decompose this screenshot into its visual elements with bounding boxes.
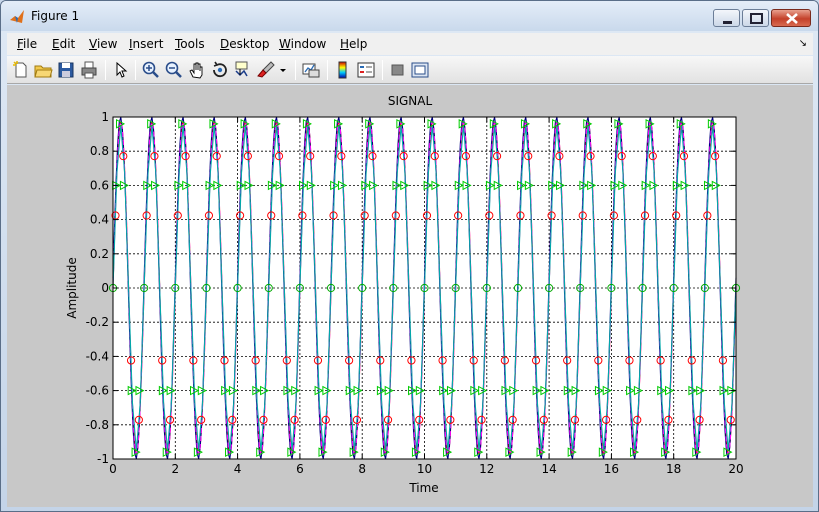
printer-icon bbox=[81, 61, 97, 79]
menu-edit[interactable]: Edit bbox=[52, 37, 75, 51]
folder-icon bbox=[34, 65, 53, 78]
zoom-in-button[interactable] bbox=[141, 60, 161, 80]
hide-plot-tools-button[interactable] bbox=[388, 60, 408, 80]
open-file-button[interactable] bbox=[33, 60, 53, 80]
maximize-button[interactable] bbox=[742, 9, 769, 27]
x-tick-label: 6 bbox=[296, 462, 304, 476]
toolbar-separator bbox=[382, 60, 383, 80]
x-tick-label: 0 bbox=[109, 462, 117, 476]
y-tick-label: -1 bbox=[97, 452, 109, 466]
zoom-out-button[interactable] bbox=[164, 60, 184, 80]
x-tick-label: 20 bbox=[728, 462, 743, 476]
pan-button[interactable] bbox=[187, 60, 207, 80]
colorbar-icon bbox=[338, 61, 347, 79]
menu-bar: File Edit View Insert Tools Desktop Wind… bbox=[7, 33, 813, 55]
menu-tools[interactable]: Tools bbox=[175, 37, 205, 51]
brush-dropdown-button[interactable] bbox=[278, 60, 288, 80]
x-axis-label: Time bbox=[408, 481, 438, 495]
save-button[interactable] bbox=[56, 60, 76, 80]
arrow-cursor-icon bbox=[116, 61, 128, 78]
menu-window[interactable]: Window bbox=[279, 37, 326, 51]
zoom-out-icon bbox=[165, 61, 182, 78]
maximize-icon bbox=[750, 13, 763, 24]
show-plot-tools-icon bbox=[411, 62, 429, 78]
figure-window: Figure 1 File Edit View Insert Tools Des… bbox=[0, 0, 819, 512]
dock-arrow-icon[interactable]: ↘ bbox=[799, 38, 807, 49]
figure-canvas: SIGNAL 0 2 4 6 8 10 12 14 16 18 20 -1 -0.8 -0.6 -0.4 -0… bbox=[7, 85, 813, 507]
toolbar-separator bbox=[295, 60, 296, 80]
data-cursor-button[interactable] bbox=[233, 60, 253, 80]
x-tick-label: 2 bbox=[171, 462, 179, 476]
y-tick-label: 1 bbox=[101, 110, 109, 124]
window-title: Figure 1 bbox=[31, 9, 80, 23]
x-tick-label: 14 bbox=[541, 462, 556, 476]
y-tick-label: -0.6 bbox=[86, 384, 109, 398]
rotate-3d-button[interactable] bbox=[210, 60, 230, 80]
figure-toolbar bbox=[7, 56, 813, 84]
x-tick-label: 8 bbox=[358, 462, 366, 476]
x-tick-label: 18 bbox=[666, 462, 681, 476]
y-tick-label: 0 bbox=[101, 281, 109, 295]
menu-view[interactable]: View bbox=[89, 37, 117, 51]
show-plot-tools-button[interactable] bbox=[410, 60, 430, 80]
matlab-logo-icon bbox=[10, 10, 24, 23]
x-tick-label: 4 bbox=[234, 462, 242, 476]
y-tick-label: 0.8 bbox=[90, 144, 109, 158]
new-figure-button[interactable] bbox=[11, 60, 31, 80]
menu-desktop[interactable]: Desktop bbox=[220, 37, 270, 51]
minimize-icon bbox=[723, 21, 732, 24]
toolbar-separator bbox=[135, 60, 136, 80]
hide-plot-tools-icon bbox=[391, 64, 404, 76]
y-tick-label: -0.8 bbox=[86, 418, 109, 432]
chevron-down-icon bbox=[280, 69, 286, 72]
title-bar[interactable]: Figure 1 bbox=[1, 1, 818, 31]
new-file-icon bbox=[13, 61, 27, 78]
brush-icon bbox=[257, 61, 275, 78]
link-plot-button[interactable] bbox=[301, 60, 321, 80]
print-button[interactable] bbox=[79, 60, 99, 80]
minimize-button[interactable] bbox=[713, 9, 740, 27]
x-tick-label: 10 bbox=[417, 462, 432, 476]
y-tick-label: -0.4 bbox=[86, 349, 109, 363]
link-plot-icon bbox=[302, 63, 320, 78]
x-tick-label: 12 bbox=[479, 462, 494, 476]
hand-icon bbox=[189, 62, 203, 79]
rotate-3d-icon bbox=[213, 61, 227, 78]
menu-file[interactable]: File bbox=[17, 37, 37, 51]
edit-plot-button[interactable] bbox=[111, 60, 131, 80]
insert-legend-button[interactable] bbox=[356, 60, 376, 80]
y-tick-label: -0.2 bbox=[86, 315, 109, 329]
legend-icon bbox=[357, 62, 375, 78]
toolbar-separator bbox=[327, 60, 328, 80]
insert-colorbar-button[interactable] bbox=[333, 60, 353, 80]
data-cursor-icon bbox=[235, 61, 248, 77]
close-icon bbox=[786, 13, 798, 24]
y-tick-label: 0.6 bbox=[90, 178, 109, 192]
zoom-in-icon bbox=[142, 61, 159, 78]
menu-insert[interactable]: Insert bbox=[129, 37, 163, 51]
brush-button[interactable] bbox=[256, 60, 276, 80]
y-axis-label: Amplitude bbox=[65, 257, 79, 319]
y-tick-label: 0.2 bbox=[90, 247, 109, 261]
signal-plot[interactable]: 0 2 4 6 8 10 12 14 16 18 20 -1 -0.8 -0.6 -0.4 -0.2 0 0.2 0… bbox=[7, 85, 813, 507]
close-button[interactable] bbox=[771, 9, 811, 27]
toolbar-separator bbox=[105, 60, 106, 80]
y-tick-label: 0.4 bbox=[90, 213, 109, 227]
x-tick-label: 16 bbox=[604, 462, 619, 476]
floppy-disk-icon bbox=[58, 62, 74, 78]
menu-help[interactable]: Help bbox=[340, 37, 367, 51]
